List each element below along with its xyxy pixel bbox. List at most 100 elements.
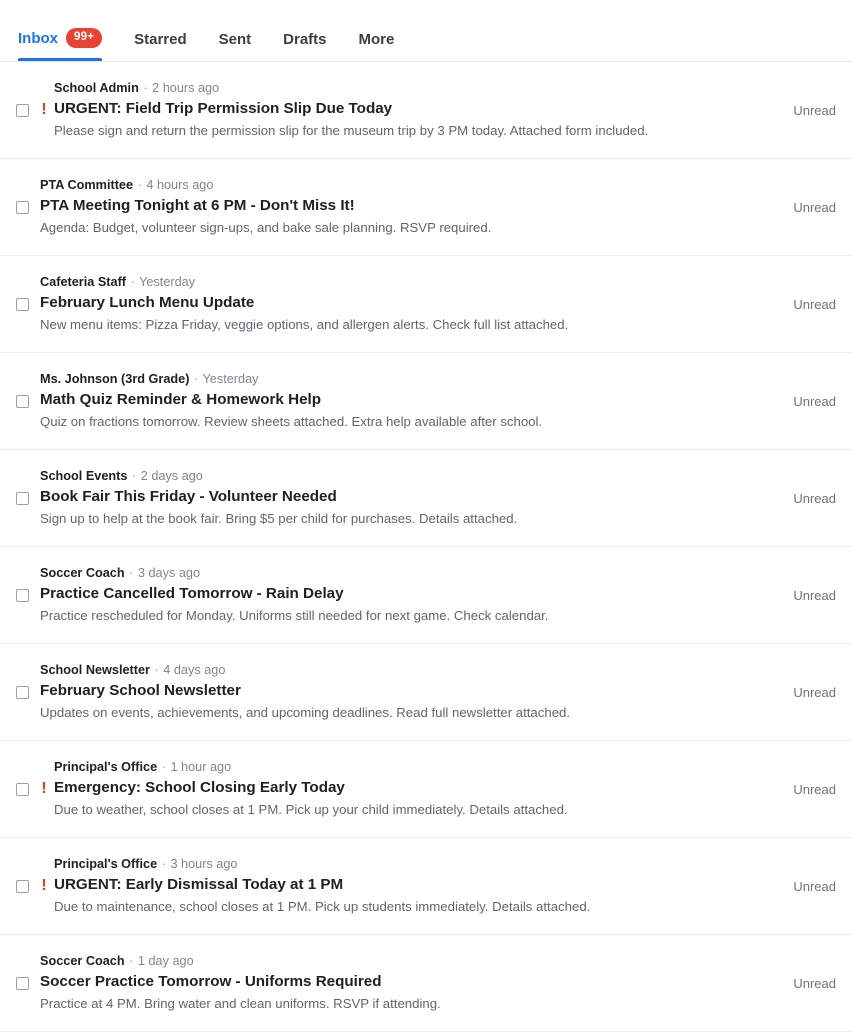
select-email-checkbox[interactable] [16,879,29,893]
email-status-label: Unread [793,781,836,797]
tab-label: More [358,31,395,48]
tab-label: Sent [218,31,252,48]
email-meta: Principal's Office · 3 hours ago [54,856,773,873]
meta-separator: · [154,662,159,677]
email-status-label: Unread [793,975,836,991]
email-timestamp: Yesterday [202,371,259,386]
email-content: Cafeteria Staff · Yesterday February Lunc… [38,274,773,334]
select-email-checkbox[interactable] [16,394,29,408]
urgent-exclamation-icon: ! [41,877,47,895]
email-row[interactable]: Ms. Johnson (3rd Grade) · Yesterday Math … [0,353,852,450]
unread-count-badge: 99+ [66,28,103,48]
tab-bar: Inbox 99+ Starred Sent Drafts More [0,0,852,62]
email-sender: Principal's Office [54,759,158,774]
urgent-exclamation-icon: ! [41,101,47,119]
email-meta: Soccer Coach · 1 day ago [40,953,773,970]
email-meta: Cafeteria Staff · Yesterday [40,274,773,291]
email-status-label: Unread [793,102,836,118]
email-status-label: Unread [793,587,836,603]
tab-sent[interactable]: Sent [203,31,268,61]
email-subject: URGENT: Field Trip Permission Slip Due T… [54,100,393,118]
meta-separator: · [161,759,166,774]
tab-drafts[interactable]: Drafts [267,31,342,61]
email-preview: Quiz on fractions tomorrow. Review sheet… [40,414,543,430]
email-content: Principal's Office · 3 hours ago URGENT: … [52,856,773,916]
tab-label: Inbox [18,29,58,47]
meta-separator: · [130,274,135,289]
select-email-checkbox[interactable] [16,491,29,505]
select-email-checkbox[interactable] [16,782,29,796]
email-timestamp: 1 day ago [137,953,194,968]
email-row[interactable]: ! School Admin · 2 hours ago URGENT: Field… [0,62,852,159]
email-preview: Agenda: Budget, volunteer sign-ups, and … [40,220,492,236]
email-row[interactable]: Cafeteria Staff · Yesterday February Lunc… [0,256,852,353]
email-preview: Due to weather, school closes at 1 PM. P… [54,802,568,818]
select-email-checkbox[interactable] [16,976,29,990]
select-email-checkbox[interactable] [16,103,29,117]
email-meta: School Admin · 2 hours ago [54,80,773,97]
email-row[interactable]: ! Principal's Office · 1 hour ago Emergenc… [0,741,852,838]
email-timestamp: 2 days ago [140,468,203,483]
select-email-checkbox[interactable] [16,200,29,214]
email-meta: PTA Committee · 4 hours ago [40,177,773,194]
email-row[interactable]: School Newsletter · 4 days ago February S… [0,644,852,741]
email-status-label: Unread [793,393,836,409]
urgent-exclamation-icon: ! [41,780,47,798]
email-preview: Practice rescheduled for Monday. Uniform… [40,608,549,624]
email-row[interactable]: PTA Committee · 4 hours ago PTA Meeting T… [0,159,852,256]
email-preview: Sign up to help at the book fair. Bring … [40,511,518,527]
meta-separator: · [161,856,166,871]
email-timestamp: 1 hour ago [170,759,232,774]
select-email-checkbox[interactable] [16,588,29,602]
email-sender: Soccer Coach [40,565,125,580]
tab-inbox[interactable]: Inbox 99+ [16,28,118,61]
email-timestamp: 2 hours ago [152,80,220,95]
email-sender: School Admin [54,80,139,95]
meta-separator: · [193,371,199,386]
email-subject: URGENT: Early Dismissal Today at 1 PM [54,876,344,894]
email-meta: Soccer Coach · 3 days ago [40,565,773,582]
email-status-label: Unread [793,878,836,894]
email-subject: PTA Meeting Tonight at 6 PM - Don't Miss… [40,197,355,215]
email-row[interactable]: Soccer Coach · 1 day ago Soccer Practice … [0,935,852,1032]
email-row[interactable]: Soccer Coach · 3 days ago Practice Cancel… [0,547,852,644]
email-sender: Principal's Office [54,856,158,871]
email-timestamp: 4 hours ago [146,177,214,192]
email-subject: Emergency: School Closing Early Today [54,779,345,797]
email-subject: Soccer Practice Tomorrow - Uniforms Requ… [40,973,382,991]
tab-more[interactable]: More [343,31,411,61]
email-status-label: Unread [793,490,836,506]
email-content: School Newsletter · 4 days ago February S… [38,662,773,722]
email-row[interactable]: ! Principal's Office · 3 hours ago URGENT:… [0,838,852,935]
email-sender: Ms. Johnson (3rd Grade) [40,371,190,386]
email-sender: School Events [40,468,128,483]
email-content: PTA Committee · 4 hours ago PTA Meeting T… [38,177,773,237]
email-content: School Events · 2 days ago Book Fair This… [38,468,773,528]
tab-label: Drafts [283,31,327,48]
email-row[interactable]: School Events · 2 days ago Book Fair This… [0,450,852,547]
email-preview: New menu items: Pizza Friday, veggie opt… [40,317,569,333]
email-status-label: Unread [793,684,836,700]
email-subject: February School Newsletter [40,682,241,700]
email-subject: February Lunch Menu Update [40,294,255,312]
meta-separator: · [143,80,148,95]
email-timestamp: Yesterday [139,274,196,289]
email-timestamp: 4 days ago [163,662,226,677]
meta-separator: · [137,177,142,192]
email-content: Principal's Office · 1 hour ago Emergency… [52,759,773,819]
email-content: School Admin · 2 hours ago URGENT: Field … [52,80,773,140]
select-email-checkbox[interactable] [16,685,29,699]
email-status-label: Unread [793,199,836,215]
email-meta: Principal's Office · 1 hour ago [54,759,773,776]
email-sender: Soccer Coach [40,953,125,968]
tab-starred[interactable]: Starred [118,31,203,61]
email-preview: Due to maintenance, school closes at 1 P… [54,899,591,915]
email-status-label: Unread [793,296,836,312]
email-preview: Updates on events, achievements, and upc… [40,705,571,721]
email-meta: School Newsletter · 4 days ago [40,662,773,679]
email-list: ! School Admin · 2 hours ago URGENT: Field… [0,62,852,1032]
select-email-checkbox[interactable] [16,297,29,311]
email-sender: School Newsletter [40,662,150,677]
email-content: Soccer Coach · 1 day ago Soccer Practice … [38,953,773,1013]
meta-separator: · [131,468,137,483]
